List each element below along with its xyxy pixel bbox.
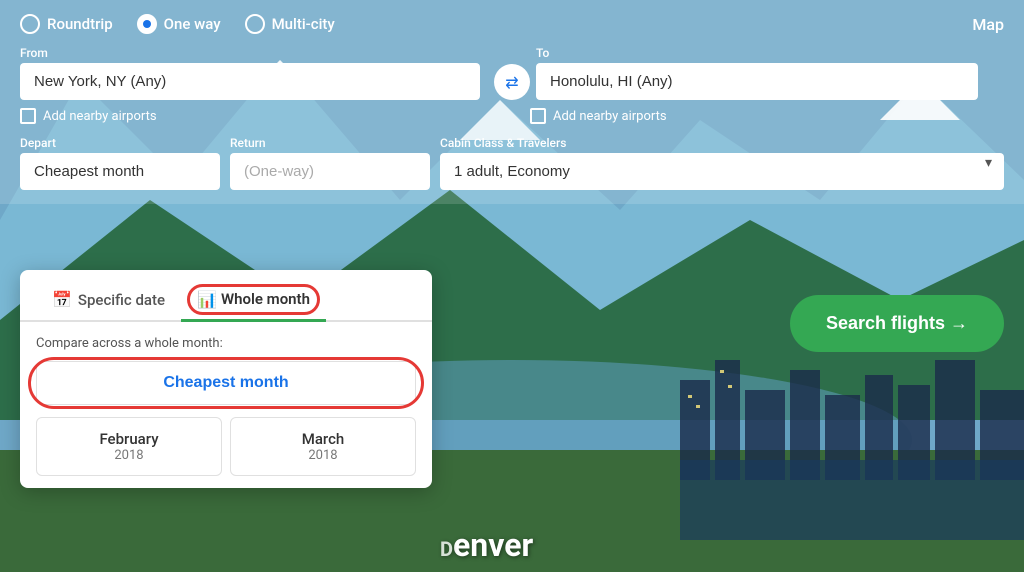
to-input[interactable] (536, 63, 978, 100)
cheapest-month-wrapper: Cheapest month (36, 361, 416, 405)
to-nearby-wrapper: Add nearby airports (530, 108, 667, 124)
swap-button[interactable]: ⇄ (494, 64, 530, 100)
from-nearby-checkbox[interactable] (20, 108, 36, 124)
cabin-label: Cabin Class & Travelers (440, 136, 1004, 150)
to-label: To (536, 46, 1004, 60)
cheapest-month-button[interactable]: Cheapest month (36, 361, 416, 405)
month-year-mar: 2018 (243, 448, 403, 463)
depart-input[interactable] (20, 153, 220, 190)
from-field-group: From (20, 46, 488, 100)
month-march[interactable]: March 2018 (230, 417, 416, 476)
dropdown-tabs: 📅 Specific date 📊 Whole month (20, 270, 432, 322)
roundtrip-label: Roundtrip (47, 15, 113, 33)
month-name-feb: February (49, 430, 209, 448)
to-field-group: To (536, 46, 1004, 100)
multi-city-label: Multi-city (272, 15, 335, 33)
month-name-mar: March (243, 430, 403, 448)
whole-month-label: Whole month (221, 290, 310, 309)
to-nearby-label: Add nearby airports (553, 109, 667, 124)
dropdown-content: Compare across a whole month: Cheapest m… (20, 336, 432, 476)
bar-chart-icon: 📊 (197, 290, 217, 309)
cabin-class-group: Cabin Class & Travelers 1 adult, Economy… (440, 136, 1004, 190)
city-partial-name: enver (453, 526, 533, 564)
return-label: Return (230, 136, 430, 150)
city-name-label: Denver (440, 526, 533, 564)
origin-dest-row: From ⇄ To (20, 46, 1004, 100)
search-flights-button[interactable]: Search flights → (790, 295, 1004, 352)
month-year-feb: 2018 (49, 448, 209, 463)
nearby-airports-row: Add nearby airports Add nearby airports (20, 108, 1004, 124)
roundtrip-radio[interactable] (20, 14, 40, 34)
one-way-radio[interactable] (137, 14, 157, 34)
whole-month-tab[interactable]: 📊 Whole month (181, 282, 326, 322)
date-picker-dropdown: 📅 Specific date 📊 Whole month Compare ac… (20, 270, 432, 488)
month-grid: February 2018 March 2018 (36, 417, 416, 476)
whole-month-oval-wrapper: 📊 Whole month (197, 290, 310, 309)
depart-field-group: Depart (20, 136, 220, 190)
map-link[interactable]: Map (972, 15, 1004, 34)
calendar-icon: 📅 (52, 290, 72, 309)
one-way-option[interactable]: One way (137, 14, 221, 34)
search-panel: Roundtrip One way Multi-city Map From ⇄ … (0, 0, 1024, 204)
depart-label: Depart (20, 136, 220, 150)
from-label: From (20, 46, 488, 60)
from-input[interactable] (20, 63, 480, 100)
date-cabin-row: Depart Return Cabin Class & Travelers 1 … (20, 136, 1004, 204)
month-february[interactable]: February 2018 (36, 417, 222, 476)
specific-date-label: Specific date (78, 291, 165, 309)
multi-city-radio[interactable] (245, 14, 265, 34)
cabin-select[interactable]: 1 adult, Economy (440, 153, 1004, 190)
from-nearby-wrapper: Add nearby airports (20, 108, 510, 124)
return-input[interactable] (230, 153, 430, 190)
return-field-group: Return (230, 136, 430, 190)
trip-type-row: Roundtrip One way Multi-city Map (20, 14, 1004, 34)
from-nearby-label: Add nearby airports (43, 109, 157, 124)
one-way-label: One way (164, 15, 221, 33)
multi-city-option[interactable]: Multi-city (245, 14, 335, 34)
to-nearby-checkbox[interactable] (530, 108, 546, 124)
specific-date-tab[interactable]: 📅 Specific date (36, 282, 181, 322)
search-btn-wrapper: Search flights → (790, 295, 1004, 352)
roundtrip-option[interactable]: Roundtrip (20, 14, 113, 34)
compare-label: Compare across a whole month: (36, 336, 416, 351)
